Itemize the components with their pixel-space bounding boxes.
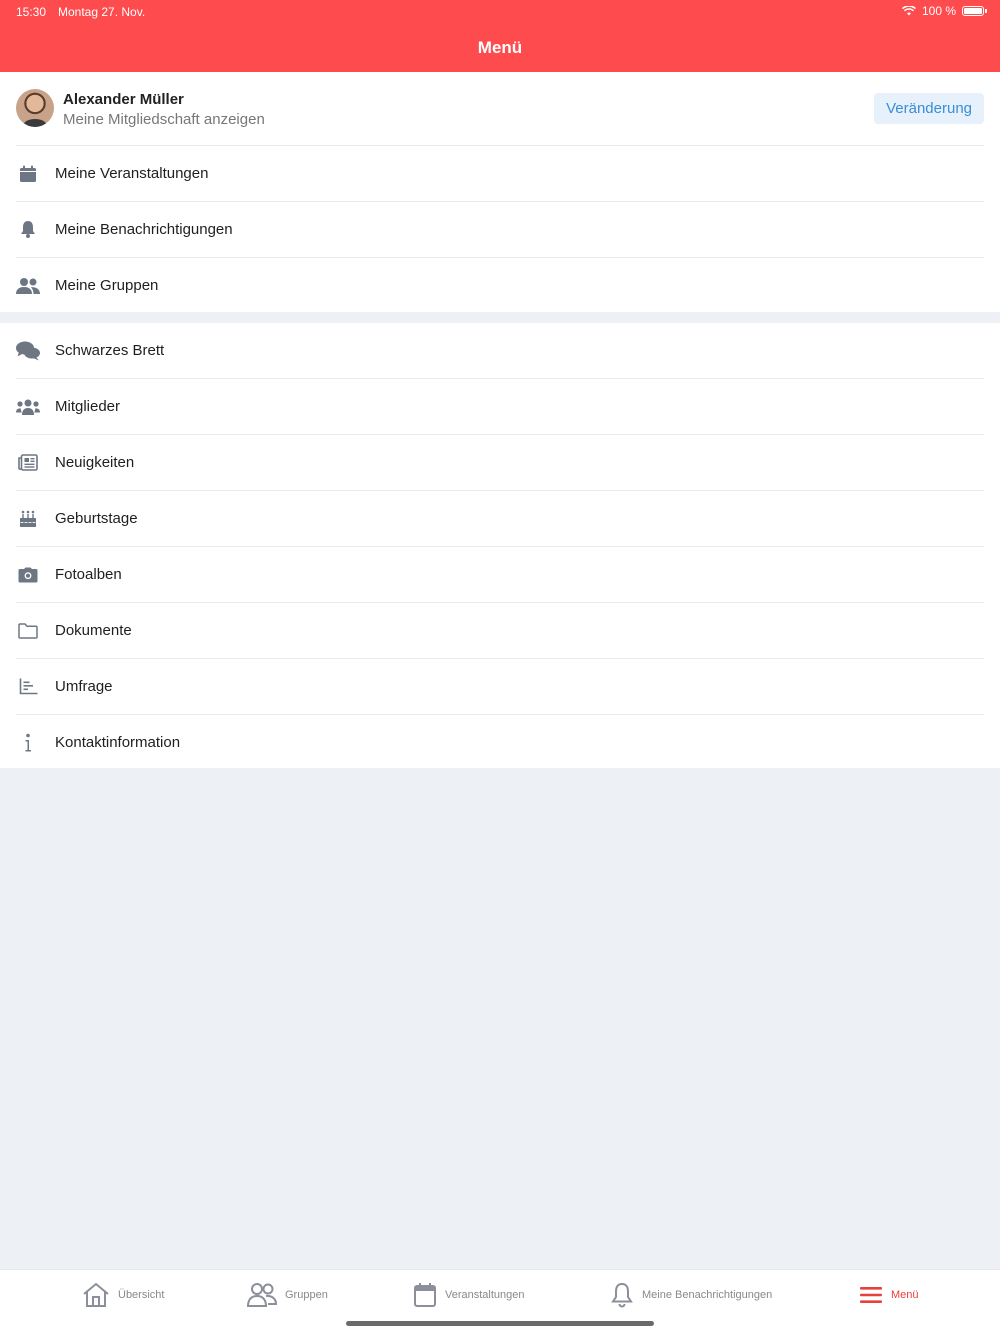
group-icon bbox=[247, 1283, 277, 1307]
menu-item-label: Meine Veranstaltungen bbox=[55, 165, 209, 182]
menu-item-label: Dokumente bbox=[55, 622, 132, 639]
menu-item-poll[interactable]: Umfrage bbox=[16, 659, 984, 715]
menu-item-bulletin-board[interactable]: Schwarzes Brett bbox=[16, 323, 984, 379]
view-membership-link[interactable]: Meine Mitgliedschaft anzeigen bbox=[63, 111, 265, 128]
tab-events[interactable]: Veranstaltungen bbox=[413, 1282, 525, 1308]
menu-item-my-groups[interactable]: Meine Gruppen bbox=[16, 258, 984, 313]
poll-chart-icon bbox=[16, 675, 40, 699]
club-section: Schwarzes Brett Mitglieder Neuigkeiten G… bbox=[0, 323, 1000, 768]
menu-item-birthdays[interactable]: Geburtstage bbox=[16, 491, 984, 547]
personal-section: Alexander Müller Meine Mitgliedschaft an… bbox=[0, 72, 1000, 312]
newspaper-icon bbox=[16, 451, 40, 475]
tab-label: Übersicht bbox=[118, 1289, 165, 1301]
menu-item-label: Mitglieder bbox=[55, 398, 121, 415]
birthday-cake-icon bbox=[16, 507, 40, 531]
battery-icon bbox=[962, 6, 987, 16]
folder-icon bbox=[16, 619, 40, 643]
menu-item-label: Neuigkeiten bbox=[55, 454, 135, 471]
tab-overview[interactable]: Übersicht bbox=[82, 1282, 164, 1308]
info-icon bbox=[16, 731, 40, 755]
avatar[interactable] bbox=[16, 89, 54, 127]
menu-item-label: Geburtstage bbox=[55, 510, 138, 527]
menu-item-label: Kontaktinformation bbox=[55, 734, 181, 751]
menu-item-label: Umfrage bbox=[55, 678, 113, 695]
tab-label: Menü bbox=[891, 1289, 919, 1301]
wifi-icon bbox=[901, 6, 916, 16]
menu-item-my-notifications[interactable]: Meine Benachrichtigungen bbox=[16, 202, 984, 258]
menu-item-label: Meine Benachrichtigungen bbox=[55, 221, 233, 238]
menu-item-members[interactable]: Mitglieder bbox=[16, 379, 984, 435]
tab-groups[interactable]: Gruppen bbox=[247, 1282, 328, 1308]
menu-item-news[interactable]: Neuigkeiten bbox=[16, 435, 984, 491]
tab-my-notifications[interactable]: Meine Benachrichtigungen bbox=[610, 1282, 772, 1308]
hamburger-menu-icon bbox=[860, 1287, 882, 1303]
bottom-tab-bar: Übersicht Gruppen Veranstaltungen Meine … bbox=[0, 1269, 1000, 1334]
calendar-icon bbox=[16, 162, 40, 186]
menu-item-photo-albums[interactable]: Fotoalben bbox=[16, 547, 984, 603]
status-date: Montag 27. Nov. bbox=[58, 5, 146, 19]
app-header: 15:30 Montag 27. Nov. 100 % Menü bbox=[0, 0, 1000, 72]
bell-icon bbox=[611, 1282, 633, 1308]
tab-label: Gruppen bbox=[285, 1289, 328, 1301]
menu-item-label: Schwarzes Brett bbox=[55, 342, 165, 359]
comments-icon bbox=[16, 339, 40, 363]
members-icon bbox=[16, 395, 40, 419]
tab-menu[interactable]: Menü bbox=[859, 1282, 919, 1308]
tab-label: Meine Benachrichtigungen bbox=[642, 1289, 773, 1301]
home-icon bbox=[83, 1282, 109, 1307]
menu-item-contact-information[interactable]: Kontaktinformation bbox=[16, 715, 984, 770]
menu-item-label: Meine Gruppen bbox=[55, 277, 159, 294]
calendar-icon bbox=[414, 1283, 436, 1307]
profile-name: Alexander Müller bbox=[63, 91, 184, 108]
menu-item-my-events[interactable]: Meine Veranstaltungen bbox=[16, 146, 984, 202]
page-title: Menü bbox=[477, 38, 523, 57]
profile-row[interactable]: Alexander Müller Meine Mitgliedschaft an… bbox=[16, 72, 984, 146]
menu-item-documents[interactable]: Dokumente bbox=[16, 603, 984, 659]
bell-icon bbox=[16, 218, 40, 242]
status-indicators: 100 % bbox=[901, 4, 987, 18]
home-indicator[interactable] bbox=[346, 1321, 654, 1326]
status-time: 15:30 bbox=[16, 5, 47, 19]
tab-label: Veranstaltungen bbox=[445, 1289, 525, 1301]
users-icon bbox=[16, 274, 40, 298]
camera-icon bbox=[16, 563, 40, 587]
battery-percent: 100 % bbox=[921, 4, 956, 18]
menu-item-label: Fotoalben bbox=[55, 566, 122, 583]
change-button[interactable]: Veränderung bbox=[874, 93, 984, 124]
